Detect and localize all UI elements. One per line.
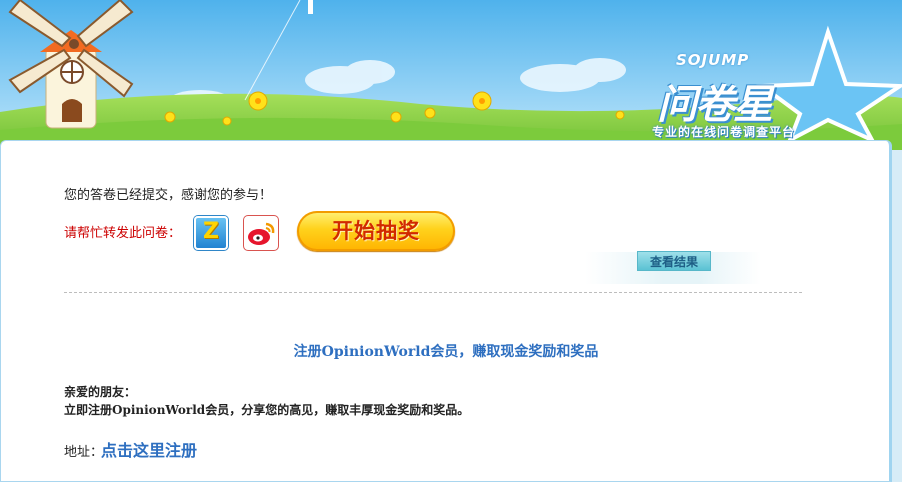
start-lottery-button[interactable]: 开始抽奖: [297, 211, 455, 251]
start-lottery-label: 开始抽奖: [332, 219, 420, 243]
header-banner: SOJUMP 问卷星 专业的在线问卷调查平台: [0, 0, 902, 150]
view-results-button[interactable]: 查看结果: [637, 251, 711, 271]
logo-tagline: 专业的在线问卷调查平台: [652, 125, 796, 139]
logo-english: SOJUMP: [676, 51, 750, 69]
logo-chinese: 问卷星: [657, 82, 773, 128]
weibo-icon[interactable]: [244, 216, 278, 250]
promo-body: 立即注册OpinionWorld会员，分享您的高见，赚取丰厚现金奖励和奖品。: [64, 403, 470, 417]
promo-greeting: 亲爱的朋友：: [64, 385, 137, 399]
qzone-icon[interactable]: Z: [194, 216, 228, 250]
promo-title: 注册OpinionWorld会员，赚取现金奖励和奖品: [293, 344, 599, 360]
thanks-message: 您的答卷已经提交，感谢您的参与！: [64, 188, 273, 203]
register-link[interactable]: 点击这里注册: [101, 437, 197, 461]
address-label: 地址：: [64, 445, 104, 460]
dashed-divider: [64, 292, 802, 293]
share-label: 请帮忙转发此问卷：: [64, 226, 182, 241]
